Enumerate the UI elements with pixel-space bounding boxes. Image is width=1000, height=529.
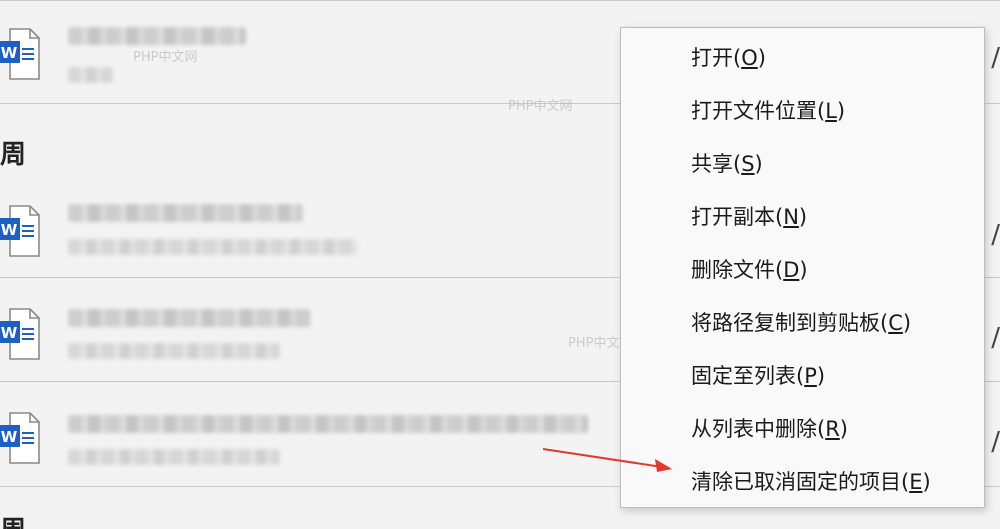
menu-item-label: 删除文件 xyxy=(691,258,775,282)
file-name xyxy=(68,309,311,327)
menu-item-label: 从列表中删除 xyxy=(691,417,817,441)
word-document-icon: W xyxy=(0,412,40,464)
file-date: / xyxy=(991,43,1000,73)
section-heading: 周 xyxy=(0,510,26,529)
menu-item-label: 固定至列表 xyxy=(691,364,796,388)
word-document-icon: W xyxy=(0,308,40,360)
divider xyxy=(0,0,1000,1)
file-date: / xyxy=(991,323,1000,353)
menu-item-pin-to-list[interactable]: 固定至列表(P) xyxy=(621,350,984,403)
svg-text:W: W xyxy=(1,324,18,342)
menu-item-accel: D xyxy=(783,258,800,282)
file-date: / xyxy=(991,220,1000,250)
file-path xyxy=(68,67,113,83)
svg-text:W: W xyxy=(1,428,18,446)
menu-item-label: 打开文件位置 xyxy=(691,99,817,123)
file-path xyxy=(68,239,358,255)
menu-item-delete-file[interactable]: 删除文件(D) xyxy=(621,244,984,297)
menu-item-accel: S xyxy=(741,152,755,176)
menu-item-label: 共享 xyxy=(691,152,733,176)
menu-item-accel: P xyxy=(804,364,817,388)
menu-item-accel: R xyxy=(825,417,840,441)
menu-item-open-copy[interactable]: 打开副本(N) xyxy=(621,191,984,244)
file-name xyxy=(68,204,303,222)
menu-item-copy-path[interactable]: 将路径复制到剪贴板(C) xyxy=(621,297,984,350)
menu-item-open-file-location[interactable]: 打开文件位置(L) xyxy=(621,85,984,138)
menu-item-open[interactable]: 打开(O) xyxy=(621,32,984,85)
context-menu: 打开(O) 打开文件位置(L) 共享(S) 打开副本(N) 删除文件(D) 将路… xyxy=(620,27,985,508)
menu-item-remove-from-list[interactable]: 从列表中删除(R) xyxy=(621,403,984,456)
menu-item-label: 打开 xyxy=(691,46,733,70)
menu-item-label: 打开副本 xyxy=(691,205,775,229)
menu-item-accel: C xyxy=(888,311,903,335)
file-name xyxy=(68,415,588,433)
menu-item-accel: L xyxy=(825,99,837,123)
menu-item-label: 将路径复制到剪贴板 xyxy=(691,311,880,335)
menu-item-accel: N xyxy=(783,205,799,229)
svg-text:W: W xyxy=(1,44,18,62)
word-document-icon: W xyxy=(0,205,40,257)
file-path xyxy=(68,343,280,359)
word-document-icon: W xyxy=(0,28,40,80)
file-date: / xyxy=(991,427,1000,457)
file-name xyxy=(68,27,246,45)
file-path xyxy=(68,449,280,465)
svg-text:W: W xyxy=(1,221,18,239)
menu-item-share[interactable]: 共享(S) xyxy=(621,138,984,191)
menu-item-label: 清除已取消固定的项目 xyxy=(691,470,901,494)
section-heading: 周 xyxy=(0,140,27,170)
recent-files-page: W / 周 W / W / W / PHP中文网 PHP中文网 PHP中文网 打… xyxy=(0,0,1000,529)
menu-item-accel: O xyxy=(741,46,758,70)
menu-item-accel: E xyxy=(909,470,923,494)
menu-item-clear-unpinned[interactable]: 清除已取消固定的项目(E) xyxy=(621,456,984,509)
